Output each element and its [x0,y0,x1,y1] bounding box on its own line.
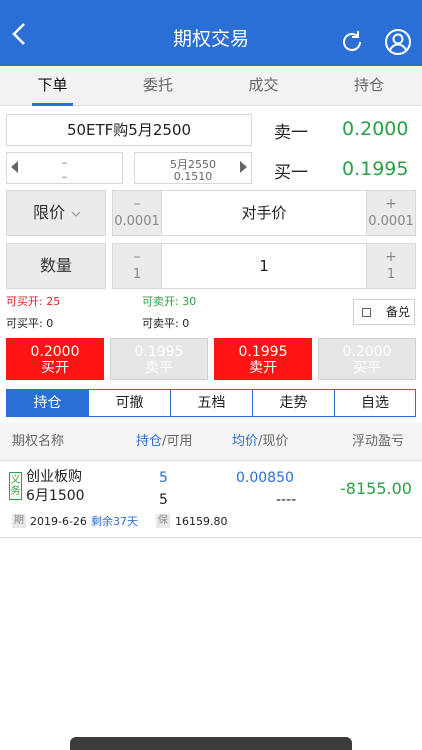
col-price: 均价/现价 [232,434,289,449]
col-pnl: 浮动盈亏 [352,434,405,449]
option-name-line1: 创业板购 [26,469,82,485]
next-strike-stepper[interactable]: 5月2550 0.1510 [134,152,252,184]
price-type-select[interactable]: 限价 [6,190,106,236]
col-option-name: 期权名称 [12,434,65,449]
contract-selector[interactable]: 50ETF购5月2500 [6,114,252,146]
bottom-overlay-bar [70,737,352,750]
current-price: ---- [276,492,297,508]
margin-tag: 保 [156,514,170,528]
buy1-label: 买一 [274,163,308,183]
quantity-input[interactable]: 1 [162,243,366,289]
price-minus-button[interactable]: – 0.0001 [112,190,162,236]
margin-value: 16159.80 [175,515,228,528]
app-header: 期权交易 [0,0,422,66]
tab-orders[interactable]: 委托 [105,66,211,106]
price-plus-button[interactable]: + 0.0001 [366,190,416,236]
info-segmented-control: 持仓 可撤 五档 走势 自选 [6,389,416,417]
tab-positions[interactable]: 持仓 [316,66,422,106]
tab-place-order[interactable]: 下单 [0,66,105,106]
prev-strike-stepper[interactable]: – – [6,152,123,184]
segment-trend[interactable]: 走势 [253,390,335,416]
chevron-down-icon [71,211,81,217]
sell1-label: 卖一 [274,123,308,143]
tab-deals[interactable]: 成交 [211,66,316,106]
can-buy-open: 可买开: 25 [6,295,61,308]
qty-plus-button[interactable]: + 1 [366,243,416,289]
can-sell-close: 可卖平: 0 [142,317,190,330]
col-position: 持仓/可用 [136,434,193,449]
segment-five-levels[interactable]: 五档 [171,390,253,416]
days-remaining: 剩余37天 [91,515,138,528]
sell1-value: 0.2000 [342,118,409,140]
segment-positions[interactable]: 持仓 [7,390,89,416]
segment-watchlist[interactable]: 自选 [335,390,415,416]
floating-pnl: -8155.00 [340,479,412,498]
avg-price: 0.00850 [236,470,294,486]
main-tabs: 下单 委托 成交 持仓 [0,66,422,106]
buy1-value: 0.1995 [342,158,409,180]
checkbox-icon[interactable] [362,308,371,317]
sell-open-button[interactable]: 0.1995 卖开 [214,338,312,380]
can-sell-open: 可卖开: 30 [142,295,197,308]
option-name-line2: 6月1500 [26,488,85,504]
available-qty: 5 [159,492,168,508]
positions-table-header: 期权名称 持仓/可用 均价/现价 浮动盈亏 [0,423,422,461]
qty-minus-button[interactable]: – 1 [112,243,162,289]
refresh-icon[interactable] [338,28,366,56]
position-qty: 5 [159,470,168,486]
price-input[interactable]: 对手价 [162,190,366,236]
expiry-date: 2019-6-26 [30,515,87,528]
obligation-tag: 义 务 [9,472,22,500]
can-buy-close: 可买平: 0 [6,317,54,330]
expiry-tag: 期 [12,514,26,528]
buy-open-button[interactable]: 0.2000 买开 [6,338,104,380]
sell-close-button[interactable]: 0.1995 卖平 [110,338,208,380]
quantity-label: 数量 [6,243,106,289]
table-row[interactable]: 义 务 创业板购 6月1500 5 5 0.00850 ---- -8155.0… [0,462,422,538]
segment-cancellable[interactable]: 可撤 [89,390,171,416]
user-icon[interactable] [384,28,412,56]
covered-checkbox[interactable]: 备兑 [353,299,415,325]
buy-close-button[interactable]: 0.2000 买平 [318,338,416,380]
